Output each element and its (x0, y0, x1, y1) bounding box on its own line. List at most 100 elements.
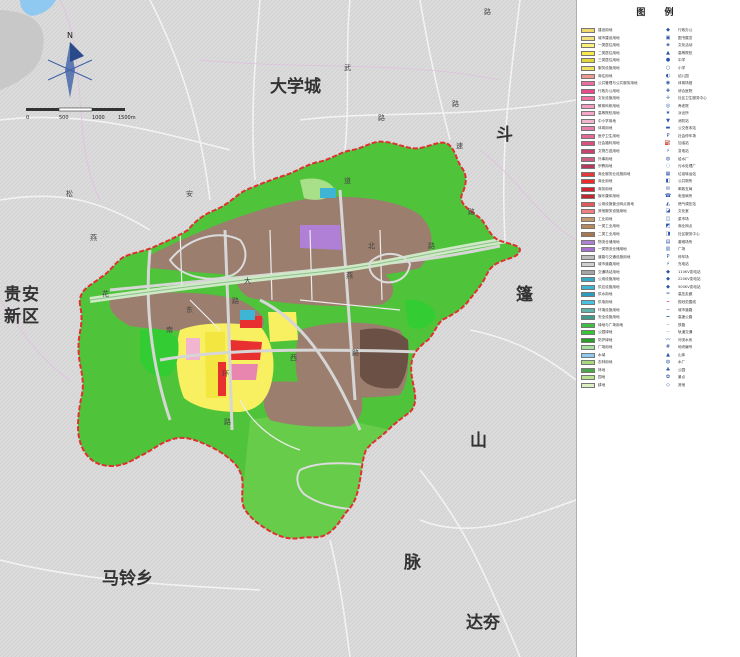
legend-item-label: 养老院 (678, 103, 689, 108)
legend-item-label: 社会福利用地 (598, 141, 620, 146)
legend-item-symbol: ┄ 铁路 (661, 321, 739, 329)
legend-item-label: 山体 (678, 352, 686, 357)
road-label-4: 道 (344, 176, 351, 185)
legend-item-land-use: 物流仓储用地 (581, 238, 659, 246)
shop-icon: ◩ (665, 223, 671, 230)
region-label-gui-an-4: 区 (22, 307, 39, 327)
legend-swatch (581, 330, 595, 336)
legend-item-symbol: ◍ 给水厂 (661, 155, 739, 163)
legend-item-label: 安全设施用地 (598, 315, 620, 320)
culture-room-icon: ◪ (665, 208, 671, 215)
highway-line-icon: ━ (666, 314, 670, 321)
legend-item-symbol: ⚡ 充电站 (661, 261, 739, 269)
legend-item-label: 二类工业用地 (598, 232, 620, 237)
legend-item-symbol: ▲ 山体 (661, 352, 739, 360)
gas-station-icon: ⛽ (664, 140, 672, 147)
legend-item-land-use: 环境设施用地 (581, 306, 659, 314)
scale-segment-3 (92, 108, 125, 111)
road-label-12: 路 (232, 296, 239, 305)
legend-item-land-use: 交通场站用地 (581, 269, 659, 277)
legend-swatch (581, 360, 595, 366)
substation-icon: ⚡ (666, 148, 670, 155)
legend-item-symbol: ✚ 综合医院 (661, 87, 739, 95)
legend-item-symbol: ▦ 垃圾转运站 (661, 170, 739, 178)
legend-item-land-use: 一类物流仓储用地 (581, 246, 659, 254)
road-label-15: 路 (378, 113, 385, 122)
legend-item-land-use: 文化设施用地 (581, 95, 659, 103)
legend-item-symbol: ═ 高压走廊 (661, 291, 739, 299)
legend-swatch (581, 375, 595, 381)
legend-item-label: 医疗卫生用地 (598, 133, 620, 138)
legend-item-label: 中小学用地 (598, 118, 616, 123)
legend-swatch (581, 179, 595, 185)
plaza-icon: ▥ (665, 246, 671, 253)
parking-lot-icon: P (666, 253, 670, 260)
legend-item-label: 邮政支局 (678, 186, 693, 191)
kindergarten-icon: ◐ (665, 72, 671, 79)
legend-item-symbol: ◉ 体育场馆 (661, 80, 739, 88)
road-label-19: 武 (344, 63, 351, 72)
legend-swatch (581, 156, 595, 162)
legend-item-label: 社区卫生服务中心 (678, 96, 707, 101)
legend-item-label: 体育场馆 (678, 81, 693, 86)
road-label-6: 西 (290, 354, 297, 362)
region-label-university-town: 大学城 (270, 76, 321, 97)
road-label-20: 路 (484, 7, 491, 16)
legend-swatch (581, 111, 595, 117)
gas-regulator-icon: ◭ (666, 200, 670, 207)
legend-swatch (581, 81, 595, 87)
road-label-17: 燕 (90, 233, 97, 242)
legend-swatch (581, 35, 595, 41)
legend-item-label: 环境设施用地 (598, 307, 620, 312)
legend-swatch (581, 322, 595, 328)
admin-icon: ◆ (666, 27, 670, 34)
legend-item-land-use: 医疗卫生用地 (581, 133, 659, 141)
legend-item-label: 高等院校 (678, 50, 693, 55)
legend-item-label: 物流仓储用地 (598, 239, 620, 244)
legend-item-land-use: 林地 (581, 367, 659, 375)
legend-item-symbol: ▬ 公交首末站 (661, 125, 739, 133)
legend-column-symbols: ◆ 行政办公 ▣ 图书展览 ◈ 文化活动 ▲ 高等院校 ● 中学 ○ 小学 ◐ 幼儿园 ◉ 体育场馆 ✚ 综合医院… (661, 27, 739, 389)
legend-item-label: 三类居住用地 (598, 58, 620, 63)
legend-swatch (581, 352, 595, 358)
legend-item-label: 公共管理与公共服务用地 (598, 81, 638, 86)
railway-line-icon: ┄ (666, 321, 670, 328)
legend-item-symbol: ⚡ 变电站 (661, 148, 739, 156)
utility-site (240, 310, 255, 320)
legend-item-label: 体育用地 (598, 126, 613, 131)
legend-item-symbol: ▥ 广场 (661, 246, 739, 254)
road-label-5: 燕 (346, 271, 353, 280)
legend-item-land-use: 公园绿地 (581, 329, 659, 337)
legend-item-symbol: ◐ 幼儿园 (661, 72, 739, 80)
legend-item-label: 景点 (678, 375, 686, 380)
legend-item-land-use: 一类居住用地 (581, 42, 659, 50)
hospital-icon: ✚ (665, 87, 671, 94)
legend-item-label: 工业用地 (598, 216, 613, 221)
road-label-10: 路 (224, 417, 231, 426)
legend-item-label: 广场 (678, 247, 686, 252)
land-use-map[interactable]: N 0 500 1000 1500m 大学城 贵 安 新 区 马铃乡 斗 篷 山… (0, 0, 576, 657)
legend-item-symbol: ✿ 景点 (661, 374, 739, 382)
legend-item-label: 文化活动 (678, 43, 693, 48)
legend-swatch (581, 224, 595, 230)
legend-item-symbol: ♣ 公园 (661, 367, 739, 375)
legend-swatch (581, 66, 595, 71)
legend-item-symbol: ✛ 社区卫生服务中心 (661, 95, 739, 103)
road-label-3: 大 (244, 276, 251, 285)
scale-segment-1 (26, 108, 59, 111)
legend-item-symbol: ▼ 消防站 (661, 118, 739, 126)
legend-item-symbol: ◫ 菜市场 (661, 216, 739, 224)
legend-item-symbol: ◍ 水厂 (661, 359, 739, 367)
legend-item-land-use: 城市道路用地 (581, 261, 659, 269)
legend-item-symbol: ★ 派出所 (661, 110, 739, 118)
legend-item-symbol: ▤ 避难场所 (661, 238, 739, 246)
parcel-number-icon: # (665, 344, 671, 351)
legend-item-symbol: ◆ 110KV变电站 (661, 269, 739, 277)
map-panel[interactable]: N 0 500 1000 1500m 大学城 贵 安 新 区 马铃乡 斗 篷 山… (0, 0, 576, 657)
legend-item-label: 轨道交通 (678, 330, 693, 335)
road-label-16: 松 (66, 189, 73, 198)
legend-item-land-use: 工业用地 (581, 216, 659, 224)
legend-item-label: 建设用地 (598, 28, 613, 33)
legend-item-land-use: 娱乐康体用地 (581, 193, 659, 201)
region-label-peng: 篷 (516, 284, 534, 305)
